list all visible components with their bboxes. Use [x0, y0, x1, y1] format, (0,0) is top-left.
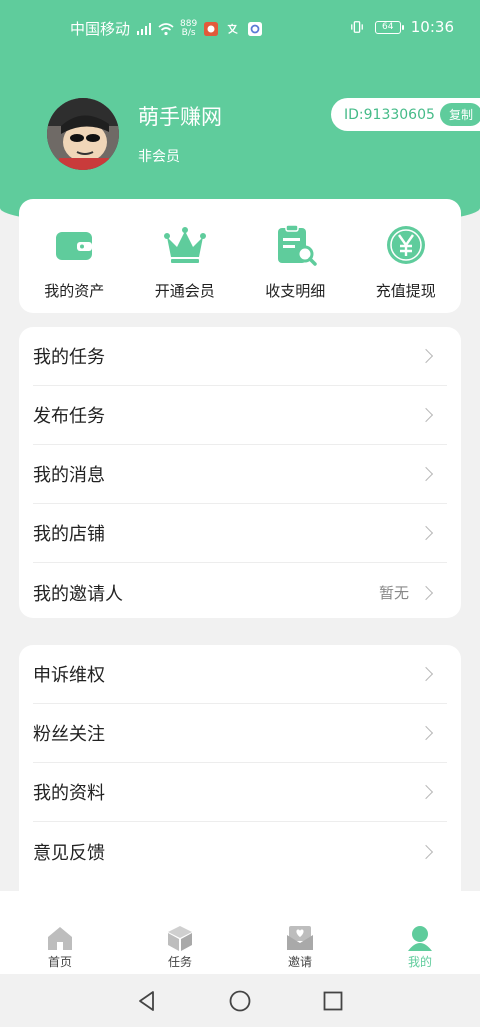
person-icon: [408, 926, 432, 951]
avatar-image: [47, 98, 119, 170]
system-nav-bar: [0, 974, 480, 1027]
browser-notification-icon: [248, 21, 263, 36]
status-bar: 中国移动 889 B/s 64 10:36: [0, 0, 480, 56]
bottom-tab-bar: 首页 任务 邀请 我的: [0, 891, 480, 974]
menu-group-1: 我的任务 发布任务 我的消息 我的店铺 我的邀请人 暂无: [19, 327, 461, 618]
clock: 10:36: [410, 18, 454, 36]
quick-action-transactions[interactable]: 收支明细: [240, 199, 351, 313]
chevron-right-icon: [418, 784, 434, 800]
menu-item-appeal[interactable]: 申诉维权: [33, 645, 447, 704]
tab-home[interactable]: 首页: [0, 891, 120, 974]
chevron-right-icon: [418, 666, 434, 682]
user-id: ID:91330605: [344, 106, 435, 123]
menu-item-my-inviter[interactable]: 我的邀请人 暂无: [33, 563, 447, 622]
copy-id-button[interactable]: 复制: [440, 103, 480, 126]
user-id-pill: ID:91330605 复制: [331, 98, 480, 131]
carrier-label: 中国移动: [70, 20, 131, 38]
back-icon[interactable]: [135, 989, 159, 1013]
battery-icon: 64: [374, 20, 404, 34]
app-notification-icon: [204, 21, 219, 36]
menu-item-fans-follow[interactable]: 粉丝关注: [33, 704, 447, 763]
menu-item-my-tasks[interactable]: 我的任务: [33, 327, 447, 386]
chevron-right-icon: [418, 585, 434, 600]
avatar[interactable]: [47, 98, 119, 170]
home-circle-icon[interactable]: [228, 989, 252, 1013]
crown-icon: [163, 227, 206, 263]
inviter-value: 暂无: [378, 584, 409, 602]
tab-invite[interactable]: 邀请: [240, 891, 360, 974]
tab-tasks[interactable]: 任务: [120, 891, 240, 974]
chevron-right-icon: [418, 844, 434, 859]
clipboard-search-icon: [278, 224, 317, 266]
home-icon: [48, 927, 72, 950]
chevron-right-icon: [418, 348, 434, 364]
menu-item-my-profile[interactable]: 我的资料: [33, 763, 447, 822]
cube-icon: [168, 926, 192, 951]
menu-item-feedback[interactable]: 意见反馈: [33, 822, 447, 881]
member-status: 非会员: [138, 149, 180, 165]
translate-icon: [227, 23, 238, 34]
chevron-right-icon: [418, 407, 434, 423]
quick-action-assets[interactable]: 我的资产: [19, 199, 130, 313]
signal-icon: [137, 22, 152, 35]
quick-action-recharge[interactable]: 充值提现: [351, 199, 462, 313]
recents-square-icon[interactable]: [321, 989, 345, 1013]
chevron-right-icon: [418, 466, 434, 482]
menu-item-my-shop[interactable]: 我的店铺: [33, 504, 447, 563]
wallet-icon: [56, 232, 93, 260]
invite-envelope-icon: [287, 926, 313, 950]
chevron-right-icon: [418, 525, 434, 541]
wifi-icon: [158, 22, 174, 35]
net-speed: 889 B/s: [180, 18, 198, 38]
chevron-right-icon: [418, 725, 434, 741]
tab-mine[interactable]: 我的: [360, 891, 480, 974]
menu-group-2: 申诉维权 粉丝关注 我的资料 意见反馈: [19, 645, 461, 905]
username: 萌手赚网: [138, 105, 222, 129]
menu-item-messages[interactable]: 我的消息: [33, 445, 447, 504]
yen-coin-icon: [386, 226, 425, 264]
menu-item-publish-task[interactable]: 发布任务: [33, 386, 447, 445]
vibrate-icon: [350, 21, 363, 33]
quick-actions-card: 我的资产 开通会员 收支明细 充值提现: [19, 199, 461, 313]
quick-action-membership[interactable]: 开通会员: [130, 199, 241, 313]
